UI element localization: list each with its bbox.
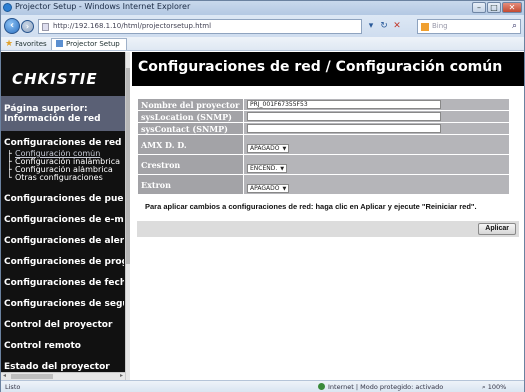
tab-page-icon — [56, 40, 63, 47]
syslocation-input[interactable] — [247, 112, 441, 121]
refresh-icon[interactable]: ↻ — [378, 19, 390, 34]
status-text: Listo — [5, 383, 21, 391]
sidebar-subitem-common[interactable]: ├ Configuración común — [7, 150, 124, 158]
vertical-scroll-thumb[interactable] — [126, 68, 130, 264]
syslocation-label: sysLocation (SNMP) — [137, 110, 244, 123]
window-title: Projector Setup - Windows Internet Explo… — [15, 2, 191, 11]
sidebar-home-link[interactable]: Página superior: Información de red — [1, 96, 125, 131]
amx-select[interactable]: APAGADO ▼ — [247, 144, 290, 153]
home-line-1: Página superior: — [4, 104, 88, 114]
form-row: Extron APAGADO ▼ — [137, 174, 510, 195]
scroll-right-icon[interactable]: ▸ — [120, 372, 123, 379]
form-row: Nombre del proyector PRJ_001F67355F53 — [137, 98, 510, 111]
globe-icon — [318, 383, 325, 390]
sidebar-item-port[interactable]: Configuraciones de puerto — [4, 194, 124, 204]
sidebar-item-projector-control[interactable]: Control del proyector — [4, 320, 124, 330]
sidebar: CHKISTIE Página superior: Información de… — [1, 52, 125, 380]
form-row: AMX D. D. APAGADO ▼ — [137, 134, 510, 155]
sidebar-subitem-wireless[interactable]: ├ Configuración inalámbrica — [7, 158, 124, 166]
sidebar-item-schedule[interactable]: Configuraciones de programación — [4, 257, 124, 267]
star-icon: ★ — [5, 39, 14, 49]
scroll-thumb[interactable] — [11, 374, 53, 379]
projector-name-label: Nombre del proyector — [137, 98, 244, 111]
extron-select[interactable]: APAGADO ▼ — [247, 184, 290, 193]
sidebar-item-security[interactable]: Configuraciones de seguridad — [4, 299, 124, 309]
security-zone: Internet | Modo protegido: activado — [318, 383, 443, 391]
page-header: Configuraciones de red / Configuración c… — [132, 52, 524, 86]
status-bar: Listo Internet | Modo protegido: activad… — [1, 380, 524, 392]
form-row: sysContact (SNMP) — [137, 122, 510, 135]
apply-bar: Aplicar — [137, 221, 519, 237]
maximize-button[interactable]: □ — [487, 2, 501, 13]
projector-name-input[interactable]: PRJ_001F67355F53 — [247, 100, 441, 109]
page-title: Configuraciones de red / Configuración c… — [138, 59, 503, 75]
address-bar[interactable]: http://192.168.1.10/html/projectorsetup.… — [38, 19, 362, 34]
apply-button[interactable]: Aplicar — [478, 223, 516, 235]
browser-window: Projector Setup - Windows Internet Explo… — [0, 0, 525, 392]
search-box[interactable]: Bing ⌕ — [417, 19, 521, 34]
ie-logo-icon — [3, 3, 12, 12]
address-url: http://192.168.1.10/html/projectorsetup.… — [53, 22, 212, 30]
syscontact-input[interactable] — [247, 124, 441, 133]
apply-note: Para aplicar cambios a configuraciones d… — [145, 202, 477, 211]
close-button[interactable]: ✕ — [502, 2, 522, 13]
forward-button[interactable]: › — [21, 20, 34, 33]
address-row: ‹ › http://192.168.1.10/html/projectorse… — [1, 15, 524, 37]
chevron-down-icon: ▼ — [280, 166, 285, 172]
amx-label: AMX D. D. — [137, 134, 244, 155]
chevron-down-icon: ▼ — [282, 146, 287, 152]
back-button[interactable]: ‹ — [4, 18, 20, 34]
minimize-button[interactable]: – — [472, 2, 486, 13]
sidebar-subitem-wired[interactable]: ├ Configuración alámbrica — [7, 166, 124, 174]
search-icon[interactable]: ⌕ — [512, 21, 517, 31]
sidebar-item-projector-status[interactable]: Estado del proyector — [4, 362, 124, 372]
favorites-button[interactable]: ★ Favorites — [5, 39, 47, 49]
settings-form: Nombre del proyector PRJ_001F67355F53 sy… — [137, 98, 510, 195]
crestron-label: Crestron — [137, 154, 244, 175]
zoom-level[interactable]: ⌕ 100% — [482, 383, 506, 392]
page-icon — [42, 23, 49, 31]
form-row: Crestron ENCEND. ▼ — [137, 154, 510, 175]
browser-tab[interactable]: Projector Setup — [51, 38, 127, 50]
favorites-bar: ★ Favorites Projector Setup — [1, 37, 524, 51]
crestron-select[interactable]: ENCEND. ▼ — [247, 164, 288, 173]
sidebar-item-remote-control[interactable]: Control remoto — [4, 341, 124, 351]
chevron-down-icon: ▼ — [282, 186, 287, 192]
brand-logo: CHKISTIE — [12, 70, 98, 88]
form-row: sysLocation (SNMP) — [137, 110, 510, 123]
extron-label: Extron — [137, 174, 244, 195]
stop-icon[interactable]: ✕ — [391, 19, 403, 34]
title-bar: Projector Setup - Windows Internet Explo… — [1, 1, 524, 15]
page-content: CHKISTIE Página superior: Información de… — [1, 52, 524, 380]
sidebar-horizontal-scrollbar[interactable]: ◂ ▸ — [1, 372, 125, 380]
sidebar-item-alert[interactable]: Configuraciones de alerta — [4, 236, 124, 246]
sidebar-item-email[interactable]: Configuraciones de e-mail — [4, 215, 124, 225]
scroll-left-icon[interactable]: ◂ — [3, 372, 6, 379]
sidebar-subitem-other[interactable]: └ Otras configuraciones — [7, 174, 124, 182]
bing-icon — [421, 23, 429, 31]
main-panel: Configuraciones de red / Configuración c… — [132, 52, 524, 380]
sidebar-vertical-scrollbar[interactable] — [125, 52, 130, 380]
sidebar-item-network[interactable]: Configuraciones de red — [4, 138, 124, 148]
home-line-2: Información de red — [4, 114, 101, 124]
sidebar-item-date[interactable]: Configuraciones de fecha — [4, 278, 124, 288]
search-placeholder: Bing — [432, 22, 448, 30]
syscontact-label: sysContact (SNMP) — [137, 122, 244, 135]
compatibility-icon[interactable]: ▾ — [365, 19, 377, 34]
